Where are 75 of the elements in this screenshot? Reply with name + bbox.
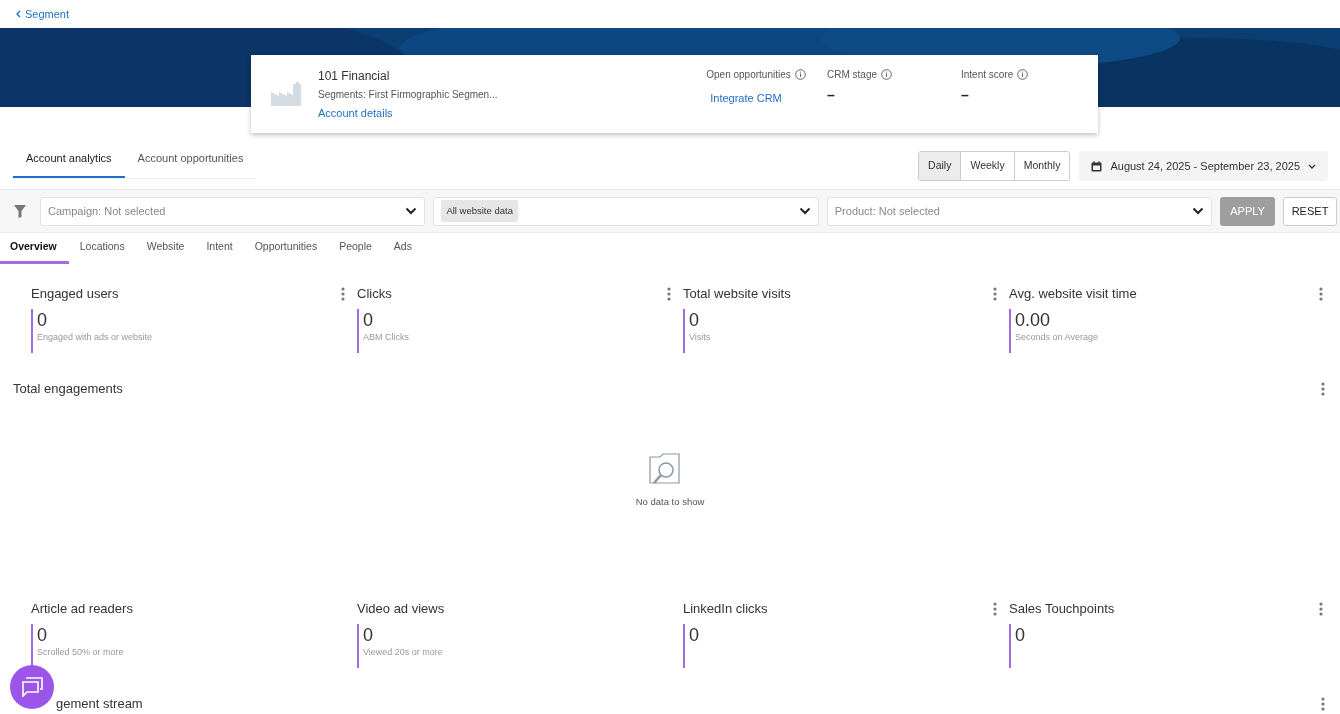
stat-label: Intent score [961,68,1014,83]
account-details-link[interactable]: Account details [318,104,558,122]
more-icon[interactable] [1319,287,1323,301]
info-icon [881,69,892,81]
chevron-down-icon [798,207,811,215]
metric-caption: Viewed 20s or more [363,646,444,659]
metric-title: Clicks [357,285,392,304]
filter-dropdown[interactable]: Campaign: Not selected [40,196,426,226]
metric-value: 0 [363,309,374,331]
integrate-crm-link[interactable]: Integrate CRM [710,90,782,107]
metric-value: 0 [1015,624,1026,646]
date-range-picker[interactable]: August 24, 2025 - September 23, 2025 [1079,151,1328,181]
section-title: Total engagements [13,380,123,398]
metric-value: 0 [689,309,700,331]
more-icon[interactable] [1321,696,1325,711]
chat-icon [21,677,43,697]
more-icon[interactable] [667,287,671,301]
metric-title: Sales Touchpoints [1009,600,1115,619]
sub-tab[interactable]: Locations [68,233,136,264]
metric-value: 0 [363,624,374,646]
metric-title: LinkedIn clicks [683,600,768,619]
segments-text: Segments: First Firmographic Segmen... [318,87,499,102]
more-icon[interactable] [993,602,997,616]
info-icon [794,69,806,81]
granularity-button[interactable]: Daily [919,152,961,180]
chevron-down-icon [1308,163,1316,169]
metric-value: 0.00 [1015,309,1052,331]
dropdown-placeholder: Campaign: Not selected [48,203,166,219]
sub-tab[interactable]: Overview [0,233,69,264]
metric-title: Total website visits [683,285,791,304]
metric-title: Article ad readers [31,600,133,619]
stat-label: Open opportunities [706,68,791,83]
back-link[interactable]: Segment [16,5,70,23]
metric-caption: Seconds on Average [1015,331,1099,344]
info-icon [1017,69,1029,81]
tab[interactable]: Account analytics [13,147,125,178]
section-title: gement stream [56,695,143,713]
metric-caption: Scrolled 50% or more [37,646,125,659]
sub-tab[interactable]: Opportunities [243,233,329,264]
chevron-down-icon [1192,207,1205,215]
filter-chip: All website data [441,199,518,223]
metric-caption: Visits [689,331,712,344]
more-icon[interactable] [1319,602,1323,616]
filter-icon [14,204,26,218]
metric-title: Video ad views [357,600,445,619]
filter-dropdown[interactable]: Product: Not selected [826,196,1213,226]
stat-value: – [961,86,969,105]
metric-value: 0 [37,624,48,646]
account-name: 101 Financial [318,67,391,85]
sub-tab[interactable]: Website [135,233,196,264]
metric-caption: Engaged with ads or website [37,331,154,344]
chevron-down-icon [405,207,418,215]
filter-dropdown[interactable]: All website data [433,196,819,226]
factory-icon [271,82,303,106]
tab[interactable]: Account opportunities [124,147,257,178]
chevron-left-icon [16,10,21,18]
metric-title: Engaged users [31,285,119,304]
sub-tab[interactable]: Ads [382,233,423,264]
more-icon[interactable] [341,287,345,301]
more-icon[interactable] [1321,381,1325,396]
metric-value: 0 [689,624,700,646]
metric-title: Avg. website visit time [1009,285,1137,304]
dropdown-placeholder: Product: Not selected [834,203,940,219]
sub-tab[interactable]: Intent [195,233,244,264]
more-icon[interactable] [993,287,997,301]
stat-value: – [827,86,835,105]
metric-caption: ABM Clicks [363,331,410,344]
reset-button[interactable]: RESET [1283,196,1337,226]
calendar-icon [1091,160,1103,172]
stat-label: CRM stage [827,68,877,83]
granularity-button[interactable]: Monthly [1013,152,1070,180]
sub-tab[interactable]: People [328,233,383,264]
metric-value: 0 [37,309,48,331]
empty-state-text: No data to show [635,494,705,509]
chat-button[interactable] [10,665,54,709]
